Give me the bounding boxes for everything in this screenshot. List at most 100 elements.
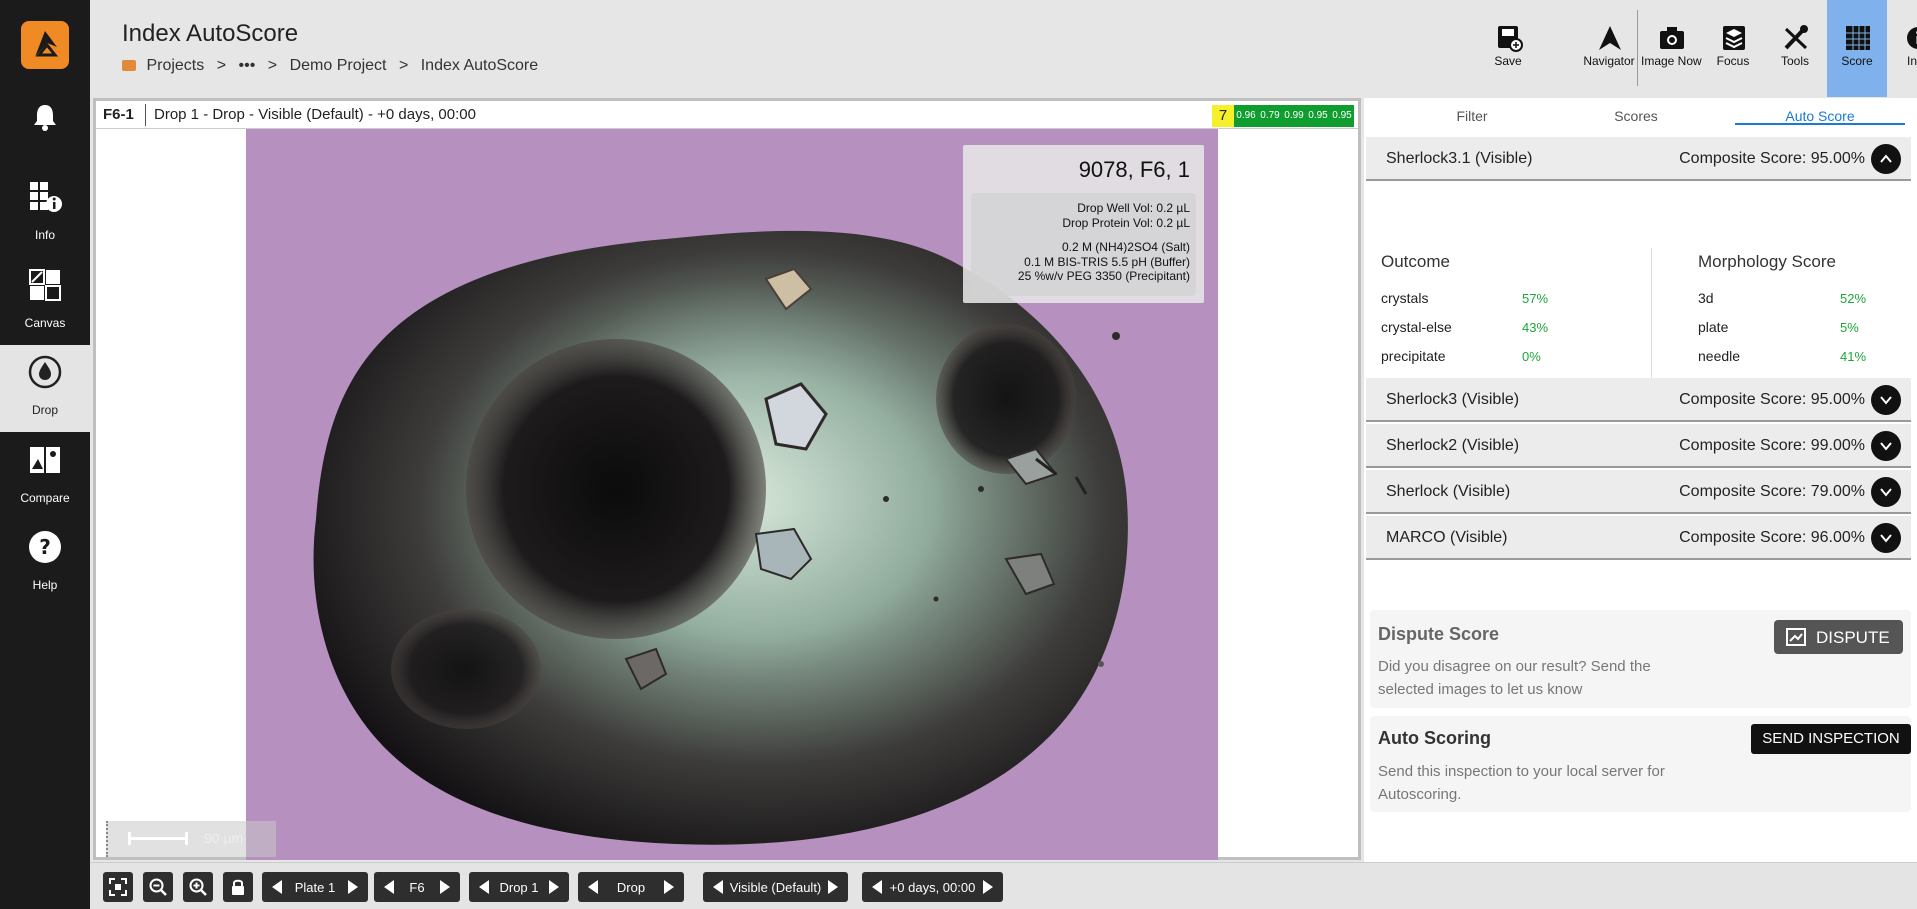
score-cell[interactable]: 0.79 — [1258, 105, 1282, 127]
breadcrumb-current[interactable]: Index AutoScore — [421, 57, 538, 74]
page-title: Index AutoScore — [122, 20, 299, 47]
dispute-score-card: Dispute Score Did you disagree on our re… — [1370, 610, 1911, 708]
breadcrumb-demo-project[interactable]: Demo Project — [290, 57, 387, 74]
nav-canvas[interactable]: Canvas — [0, 258, 90, 345]
plate-prev-icon[interactable] — [272, 880, 282, 894]
breadcrumb-projects[interactable]: Projects — [146, 57, 204, 74]
plate-pager[interactable]: Plate 1 — [262, 872, 368, 902]
focus-button[interactable]: Focus — [1703, 0, 1763, 97]
dispute-title: Dispute Score — [1378, 624, 1500, 644]
outcome-value: 0% — [1522, 349, 1541, 364]
send-inspection-button[interactable]: SEND INSPECTION — [1751, 724, 1911, 754]
accordion-sherlock2[interactable]: Sherlock2 (Visible) Composite Score: 99.… — [1366, 424, 1911, 468]
save-button[interactable]: Save — [1478, 0, 1538, 97]
collapse-button[interactable] — [1871, 144, 1901, 174]
info-label: Info — [1906, 54, 1917, 68]
bottom-toolbar: Plate 1 F6 Drop 1 Drop Visible (Default)… — [90, 862, 1917, 909]
nav-info[interactable]: Info — [0, 170, 90, 257]
nav-help-label: Help — [32, 578, 58, 592]
imaging-prev-icon[interactable] — [713, 880, 723, 894]
header: Index AutoScore Projects > ••• > Demo Pr… — [90, 0, 1917, 97]
lock-button[interactable] — [223, 872, 253, 902]
fit-to-screen-button[interactable] — [103, 872, 133, 902]
time-pager[interactable]: +0 days, 00:00 — [862, 872, 1003, 902]
accordion-sherlock[interactable]: Sherlock (Visible) Composite Score: 79.0… — [1366, 470, 1911, 514]
lock-icon — [232, 879, 244, 895]
drop-prev-icon[interactable] — [479, 880, 489, 894]
dispute-button[interactable]: DISPUTE — [1774, 620, 1903, 654]
accordion-marco[interactable]: MARCO (Visible) Composite Score: 96.00% — [1366, 516, 1911, 560]
drop-well-vol: Drop Well Vol: 0.2 µL — [1077, 201, 1190, 215]
image-now-button[interactable]: Image Now — [1641, 0, 1702, 97]
tab-filter[interactable]: Filter — [1404, 108, 1540, 124]
morphology-title: Morphology Score — [1698, 252, 1836, 271]
time-label[interactable]: +0 days, 00:00 — [888, 880, 977, 895]
outcome-value: 57% — [1522, 291, 1549, 306]
image-now-label: Image Now — [1641, 54, 1702, 68]
breadcrumb-ellipsis[interactable]: ••• — [239, 57, 256, 74]
plate-next-icon[interactable] — [348, 880, 358, 894]
outcome-title: Outcome — [1381, 252, 1450, 271]
camera-icon — [1660, 27, 1684, 49]
morphology-label: 3d — [1698, 290, 1714, 306]
expand-button[interactable] — [1871, 477, 1901, 507]
score-cell[interactable]: 0.95 — [1330, 105, 1354, 127]
panel-tabs: Filter Scores Auto Score — [1364, 98, 1917, 134]
zoom-in-button[interactable] — [183, 872, 213, 902]
accordion-model-name: Sherlock (Visible) — [1386, 483, 1511, 500]
outcome-label: crystal-else — [1381, 319, 1452, 335]
navigator-button[interactable]: Navigator — [1579, 0, 1639, 97]
nav-notifications[interactable] — [0, 90, 90, 177]
score-cell[interactable]: 0.99 — [1282, 105, 1306, 127]
morphology-value: 5% — [1840, 320, 1859, 335]
accordion-sherlock3-1[interactable]: Sherlock3.1 (Visible) Composite Score: 9… — [1366, 137, 1911, 181]
tab-scores[interactable]: Scores — [1568, 108, 1704, 124]
score-cell[interactable]: 0.95 — [1306, 105, 1330, 127]
drop-label[interactable]: Drop 1 — [495, 880, 543, 895]
expand-button[interactable] — [1871, 523, 1901, 553]
imaging-label[interactable]: Visible (Default) — [729, 880, 822, 895]
drop-pager[interactable]: Drop 1 — [469, 872, 569, 902]
imaging-next-icon[interactable] — [828, 880, 838, 894]
composite-score: Composite Score: 79.00% — [1679, 483, 1865, 500]
imaging-pager[interactable]: Visible (Default) — [703, 872, 848, 902]
expand-button[interactable] — [1871, 431, 1901, 461]
svg-text:?: ? — [39, 535, 51, 559]
tab-auto-score[interactable]: Auto Score — [1752, 108, 1888, 124]
chevron-up-icon — [1880, 154, 1892, 163]
score-label: Score — [1841, 54, 1873, 68]
scale-bar-handle[interactable] — [106, 821, 110, 857]
well-label[interactable]: F6 — [400, 880, 434, 895]
expand-button[interactable] — [1871, 385, 1901, 415]
scale-bar[interactable]: 90 µm — [106, 821, 276, 857]
score-icon — [1846, 26, 1870, 50]
info-button[interactable]: Info — [1887, 0, 1917, 97]
score-button[interactable]: Score — [1827, 0, 1887, 97]
nav-drop[interactable]: Drop — [0, 345, 90, 432]
tools-label: Tools — [1780, 54, 1809, 68]
accordion-sherlock3[interactable]: Sherlock3 (Visible) Composite Score: 95.… — [1366, 378, 1911, 422]
drop-next-icon[interactable] — [549, 880, 559, 894]
tools-button[interactable]: Tools — [1765, 0, 1825, 97]
accordion-model-name: Sherlock3 (Visible) — [1386, 391, 1520, 408]
time-prev-icon[interactable] — [872, 880, 882, 894]
plate-label[interactable]: Plate 1 — [288, 880, 342, 895]
scale-bar-label: 90 µm — [204, 830, 244, 846]
time-next-icon[interactable] — [983, 880, 993, 894]
well-pager[interactable]: F6 — [374, 872, 460, 902]
nav-compare[interactable]: Compare — [0, 433, 90, 520]
nav-help[interactable]: ? Help — [0, 520, 90, 607]
well-prev-icon[interactable] — [384, 880, 394, 894]
well-next-icon[interactable] — [440, 880, 450, 894]
left-navigation: Info Canvas Drop Compare ? Help — [0, 0, 90, 909]
region-next-icon[interactable] — [664, 880, 674, 894]
region-label[interactable]: Drop — [604, 880, 658, 895]
score-main-badge[interactable]: 7 — [1212, 105, 1234, 127]
region-prev-icon[interactable] — [588, 880, 598, 894]
tools-icon — [1784, 25, 1808, 50]
app-logo[interactable] — [21, 21, 69, 69]
score-cell[interactable]: 0.96 — [1234, 105, 1258, 127]
region-pager[interactable]: Drop — [578, 872, 684, 902]
zoom-out-button[interactable] — [143, 872, 173, 902]
info-icon — [1907, 27, 1917, 49]
